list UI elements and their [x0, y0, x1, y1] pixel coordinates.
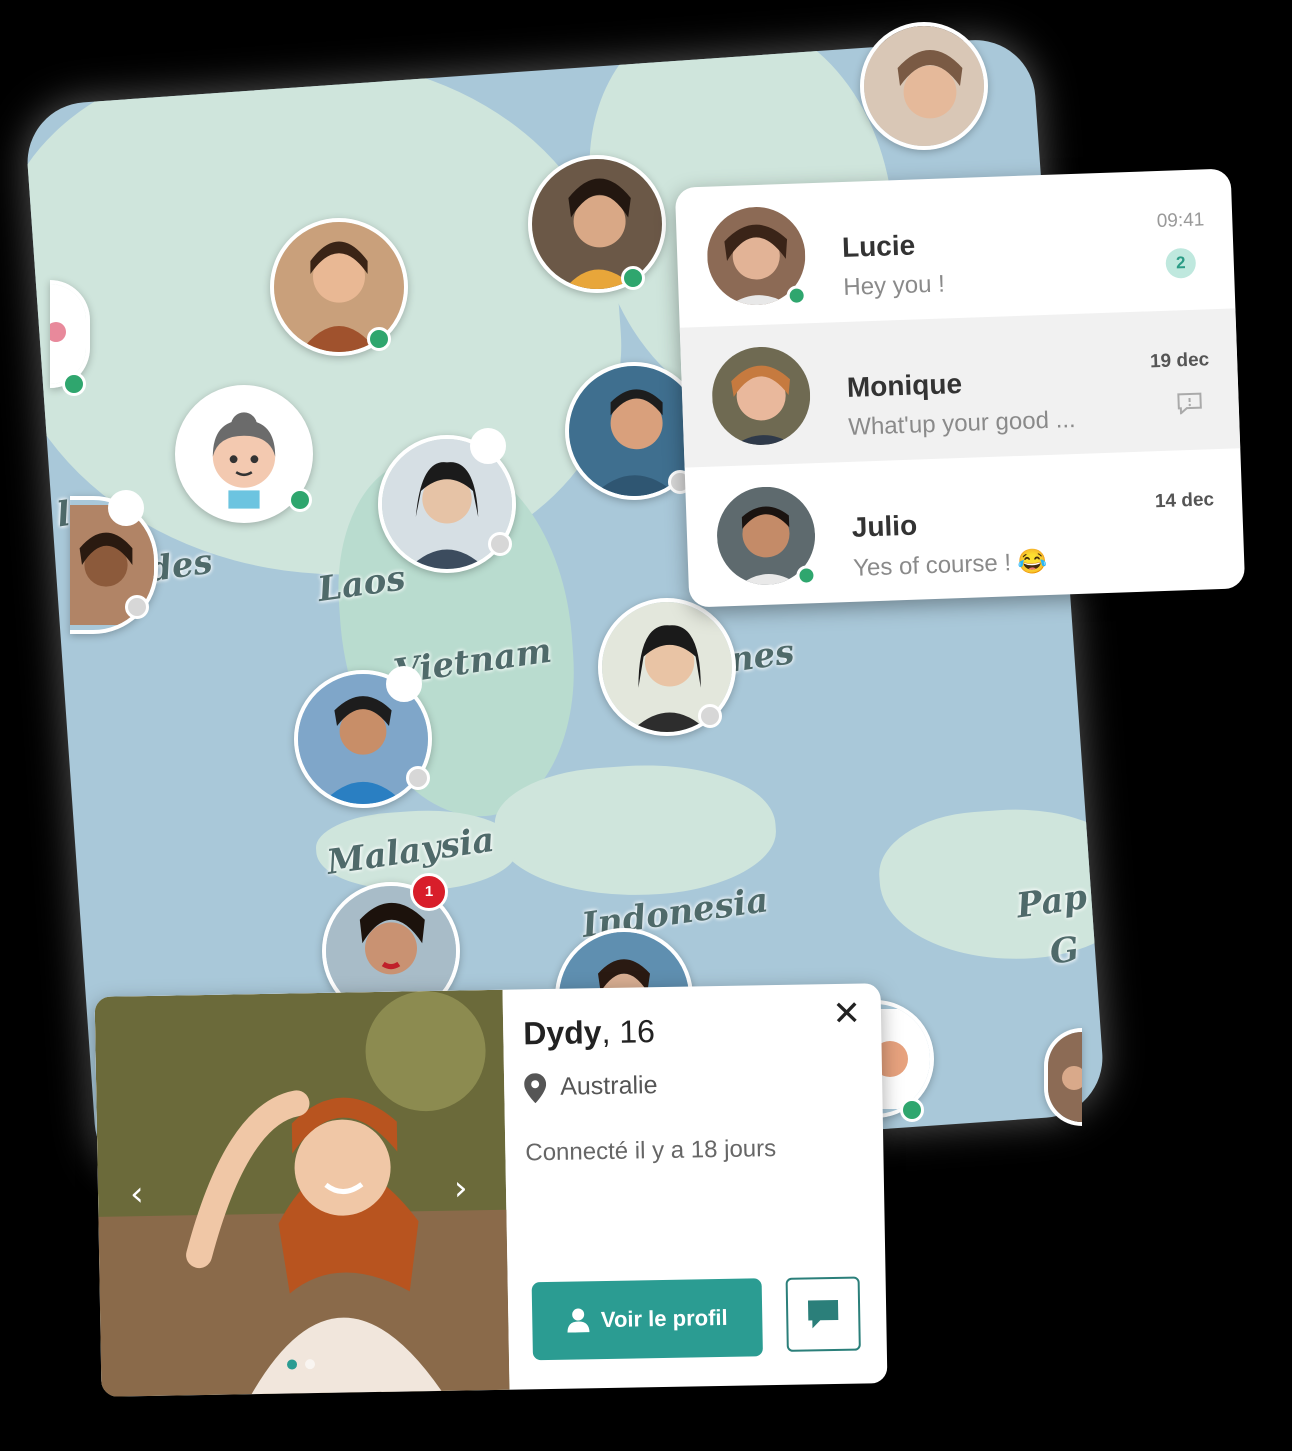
- message-time: 19 dec: [1149, 349, 1210, 373]
- online-status-dot: [621, 266, 645, 290]
- notification-badge: 1: [410, 873, 448, 911]
- profile-name: Dydy, 16: [523, 1013, 655, 1052]
- map-label-philippines: nes: [726, 632, 797, 681]
- user-icon: [567, 1308, 590, 1333]
- online-status-dot: [796, 565, 817, 586]
- last-seen-text: Connecté il y a 18 jours: [525, 1135, 777, 1167]
- conversation-list: Lucie Hey you ! 09:41 2 Monique What'up …: [674, 168, 1246, 608]
- conversation-item[interactable]: Monique What'up your good ... 19 dec: [679, 308, 1241, 468]
- profile-photo-carousel[interactable]: ‹ ›: [94, 989, 510, 1397]
- conversation-item[interactable]: Lucie Hey you ! 09:41 2: [675, 168, 1236, 327]
- message-time: 09:41: [1156, 209, 1205, 233]
- close-icon[interactable]: ✕: [832, 994, 861, 1034]
- avatar: [710, 345, 812, 447]
- person-photo-icon: [532, 159, 662, 289]
- offline-status-dot: [125, 595, 149, 619]
- cluster-marker[interactable]: [108, 490, 144, 526]
- next-photo-button[interactable]: ›: [454, 1168, 468, 1208]
- location-pin-icon: [524, 1073, 547, 1104]
- send-message-button[interactable]: [785, 1276, 861, 1352]
- profile-age: , 16: [601, 1013, 656, 1051]
- profile-location: Australie: [524, 1071, 658, 1104]
- map-label-guinea: G: [1047, 929, 1082, 973]
- person-photo-icon: [94, 989, 510, 1397]
- message-time: 14 dec: [1154, 489, 1215, 513]
- offline-status-dot: [406, 766, 430, 790]
- conversation-item[interactable]: Julio Yes of course ! 😂 14 dec: [685, 448, 1246, 607]
- map-avatar[interactable]: [528, 155, 666, 293]
- online-status-dot: [367, 327, 391, 351]
- profile-card: ‹ › Dydy, 16 Australie Connecté il y a 1…: [94, 983, 888, 1397]
- cluster-marker[interactable]: [470, 428, 506, 464]
- offline-status-dot: [488, 532, 512, 556]
- carousel-dot[interactable]: [304, 1359, 316, 1370]
- view-profile-button[interactable]: Voir le profil: [531, 1278, 763, 1361]
- map-avatar[interactable]: [860, 22, 988, 150]
- last-message: What'up your good ...: [847, 405, 1077, 441]
- person-photo-icon: [1048, 1032, 1082, 1122]
- contact-name: Lucie: [841, 229, 916, 264]
- online-status-dot: [62, 372, 86, 396]
- person-photo-icon: [710, 345, 812, 447]
- offline-status-dot: [698, 704, 722, 728]
- carousel-dot-active[interactable]: [286, 1359, 298, 1370]
- contact-name: Julio: [851, 509, 918, 543]
- last-message: Yes of course ! 😂: [852, 548, 1049, 582]
- unread-count-badge: 2: [1165, 247, 1197, 279]
- carousel-indicator: [286, 1354, 323, 1374]
- previous-photo-button[interactable]: ‹: [130, 1174, 144, 1214]
- last-message: Hey you !: [842, 270, 946, 301]
- location-text: Australie: [559, 1071, 658, 1101]
- person-photo-icon: [50, 284, 86, 384]
- online-status-dot: [900, 1098, 924, 1122]
- cluster-marker[interactable]: [386, 666, 422, 702]
- contact-name: Monique: [846, 367, 963, 403]
- online-status-dot: [786, 285, 808, 306]
- chat-bubble-icon: [807, 1299, 839, 1329]
- view-profile-label: Voir le profil: [600, 1304, 728, 1333]
- message-read-icon: [1177, 392, 1202, 415]
- person-photo-icon: [864, 26, 984, 146]
- profile-first-name: Dydy: [522, 1014, 602, 1052]
- online-status-dot: [288, 488, 312, 512]
